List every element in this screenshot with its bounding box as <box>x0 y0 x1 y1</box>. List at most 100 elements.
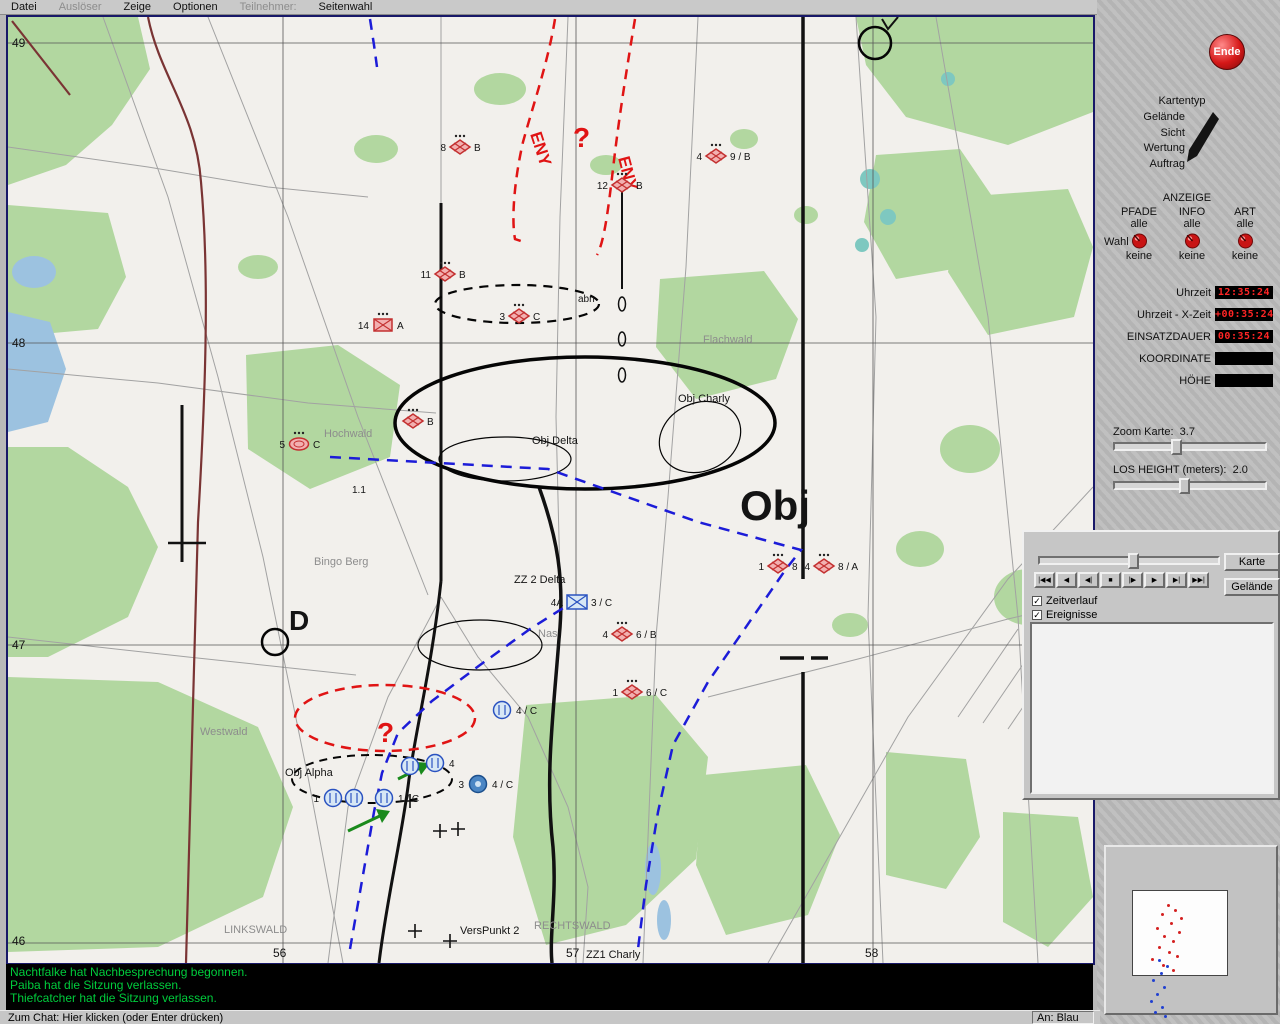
chat-message: Thiefcatcher hat die Sitzung verlassen. <box>10 991 217 1005</box>
minimap-enemy-dot <box>1162 964 1165 967</box>
clock-label: HÖHE <box>1179 374 1211 387</box>
place-name: Westwald <box>200 726 247 738</box>
knob-icon[interactable] <box>1184 232 1201 249</box>
unit-label-right: B <box>474 143 481 154</box>
grid-label: 57 <box>566 946 580 960</box>
menu-item-teilnehmer: Teilnehmer: <box>239 1 297 13</box>
timeline-slider[interactable] <box>1038 553 1220 569</box>
unit-label-left: 3 <box>499 312 505 323</box>
minimap-enemy-dot <box>1151 958 1154 961</box>
anzeige-option-alle[interactable]: alle <box>1115 218 1163 230</box>
anzeige-option-keine[interactable]: keine <box>1115 250 1163 262</box>
app-window: Datei Auslöser Zeige Optionen Teilnehmer: Sei… <box>0 0 1280 1024</box>
event-list[interactable] <box>1030 622 1274 794</box>
place-name: LINKSWALD <box>224 924 287 936</box>
unit-symbol-friendly-circle[interactable] <box>344 788 364 808</box>
anzeige-option-keine[interactable]: keine <box>1168 250 1216 262</box>
minimap-friendly-dot <box>1161 1006 1164 1009</box>
kartentyp-item-sicht[interactable]: Sicht <box>1105 126 1185 142</box>
anzeige-column-title: INFO <box>1178 206 1206 218</box>
place-name: RECHTSWALD <box>534 920 611 932</box>
option-zeitverlauf: ✓ Zeitverlauf <box>1032 594 1097 608</box>
tactical-map[interactable]: 4948474656 57 58FlachwaldHochwaldBingo Ber… <box>8 17 1093 963</box>
unit-label-right: B <box>427 417 434 428</box>
unit-label-right: C <box>533 312 540 323</box>
chat-recipient[interactable]: An: Blau <box>1032 1011 1094 1024</box>
minimap-enemy-dot <box>1168 951 1171 954</box>
karte-button[interactable]: Karte <box>1224 553 1280 571</box>
zoom-slider[interactable] <box>1113 439 1267 455</box>
los-height-slider-thumb[interactable] <box>1179 478 1190 494</box>
menu-item-datei[interactable]: Datei <box>0 1 48 13</box>
anzeige-column-art: ART alle keine <box>1221 206 1269 262</box>
unit-label-right: 6 / C <box>646 688 667 699</box>
unit-label-right: 8 / A <box>838 562 858 573</box>
step-forward-button[interactable]: ▶| <box>1166 572 1187 588</box>
minimap-enemy-dot <box>1170 922 1173 925</box>
unit-label-left: 1 <box>313 794 319 805</box>
unit-symbol-friendly-rect[interactable]: 4A 3 / C <box>551 594 612 610</box>
minimap-enemy-dot <box>1172 969 1175 972</box>
unit-symbol-friendly-circle[interactable] <box>400 756 420 776</box>
unit-label-left: 11 <box>421 270 432 281</box>
play-button[interactable]: ▶ <box>1144 572 1165 588</box>
minimap-panel[interactable] <box>1104 845 1278 1018</box>
objective-big-label: Obj <box>740 482 810 529</box>
kartentyp-item-wertung[interactable]: Wertung <box>1105 141 1185 157</box>
menu-item-optionen[interactable]: Optionen <box>162 1 229 13</box>
clock-label: Uhrzeit <box>1176 286 1211 299</box>
jump-end-button[interactable]: ▶▶| <box>1188 572 1209 588</box>
menu-bar: Datei Auslöser Zeige Optionen Teilnehmer: Sei… <box>0 0 1097 15</box>
los-height-slider[interactable] <box>1113 478 1267 494</box>
stop-button[interactable]: ■ <box>1100 572 1121 588</box>
minimap-friendly-dot <box>1156 993 1159 996</box>
map-pen-icon[interactable] <box>1185 112 1219 164</box>
zoom-label: Zoom Karte: 3.7 <box>1113 426 1195 438</box>
anzeige-option-keine[interactable]: keine <box>1221 250 1269 262</box>
knob-icon[interactable] <box>1131 232 1148 249</box>
anzeige-title: ANZEIGE <box>1162 192 1212 204</box>
unit-label-right: C <box>313 440 320 451</box>
digital-display: +00:35:24 <box>1215 308 1274 321</box>
menu-item-zeige[interactable]: Zeige <box>112 1 162 13</box>
grid-label: 46 <box>12 934 26 948</box>
frame-forward-button[interactable]: |▶ <box>1122 572 1143 588</box>
zoom-slider-thumb[interactable] <box>1171 439 1182 455</box>
anzeige-option-alle[interactable]: alle <box>1168 218 1216 230</box>
place-name: Hochwald <box>324 428 372 440</box>
timeline-slider-thumb[interactable] <box>1128 553 1139 569</box>
kartentyp-item-gelnde[interactable]: Gelände <box>1105 110 1185 126</box>
kartentyp-item-auftrag[interactable]: Auftrag <box>1105 157 1185 173</box>
unit-label-right: 1 / C <box>398 794 419 805</box>
checkbox-icon[interactable]: ✓ <box>1032 610 1042 620</box>
step-back-button[interactable]: ◀ <box>1056 572 1077 588</box>
frame-back-button[interactable]: ◀| <box>1078 572 1099 588</box>
clock-row-hhe: HÖHE <box>1103 374 1273 387</box>
chat-prompt[interactable]: Zum Chat: Hier klicken (oder Enter drück… <box>8 1012 223 1024</box>
clock-label: KOORDINATE <box>1139 352 1211 365</box>
checkbox-icon[interactable]: ✓ <box>1032 596 1042 606</box>
knob-icon[interactable] <box>1237 232 1254 249</box>
anzeige-option-alle[interactable]: alle <box>1221 218 1269 230</box>
grid-label: 49 <box>12 36 26 50</box>
digital-display <box>1215 352 1273 365</box>
minimap-enemy-dot <box>1158 946 1161 949</box>
checkbox-label: Zeitverlauf <box>1046 595 1098 607</box>
menu-item-seitenwahl[interactable]: Seitenwahl <box>308 1 384 13</box>
unit-label-left: 8 <box>440 143 446 154</box>
gelaende-button[interactable]: Gelände <box>1224 578 1280 596</box>
unit-label-right: 4 / C <box>492 780 513 791</box>
unit-label-left: 12 <box>597 181 609 192</box>
digital-display <box>1215 374 1273 387</box>
annotation: 1.1 <box>352 485 366 496</box>
clock-row-koordinate: KOORDINATE <box>1103 352 1273 365</box>
clock-row-uhrzeitxzeit: Uhrzeit - X-Zeit +00:35:24 <box>1103 308 1273 321</box>
clock-label: Uhrzeit - X-Zeit <box>1137 308 1211 321</box>
jump-start-button[interactable]: |◀◀ <box>1034 572 1055 588</box>
unit-label-left: 1 <box>758 562 764 573</box>
ende-button[interactable]: Ende <box>1209 34 1245 70</box>
digital-display: 00:35:24 <box>1215 330 1273 343</box>
unit-label-left: 4 <box>602 630 608 641</box>
playback-options: ✓ Zeitverlauf ✓ Ereignisse <box>1032 594 1097 622</box>
unit-label-right: 6 / B <box>636 630 657 641</box>
